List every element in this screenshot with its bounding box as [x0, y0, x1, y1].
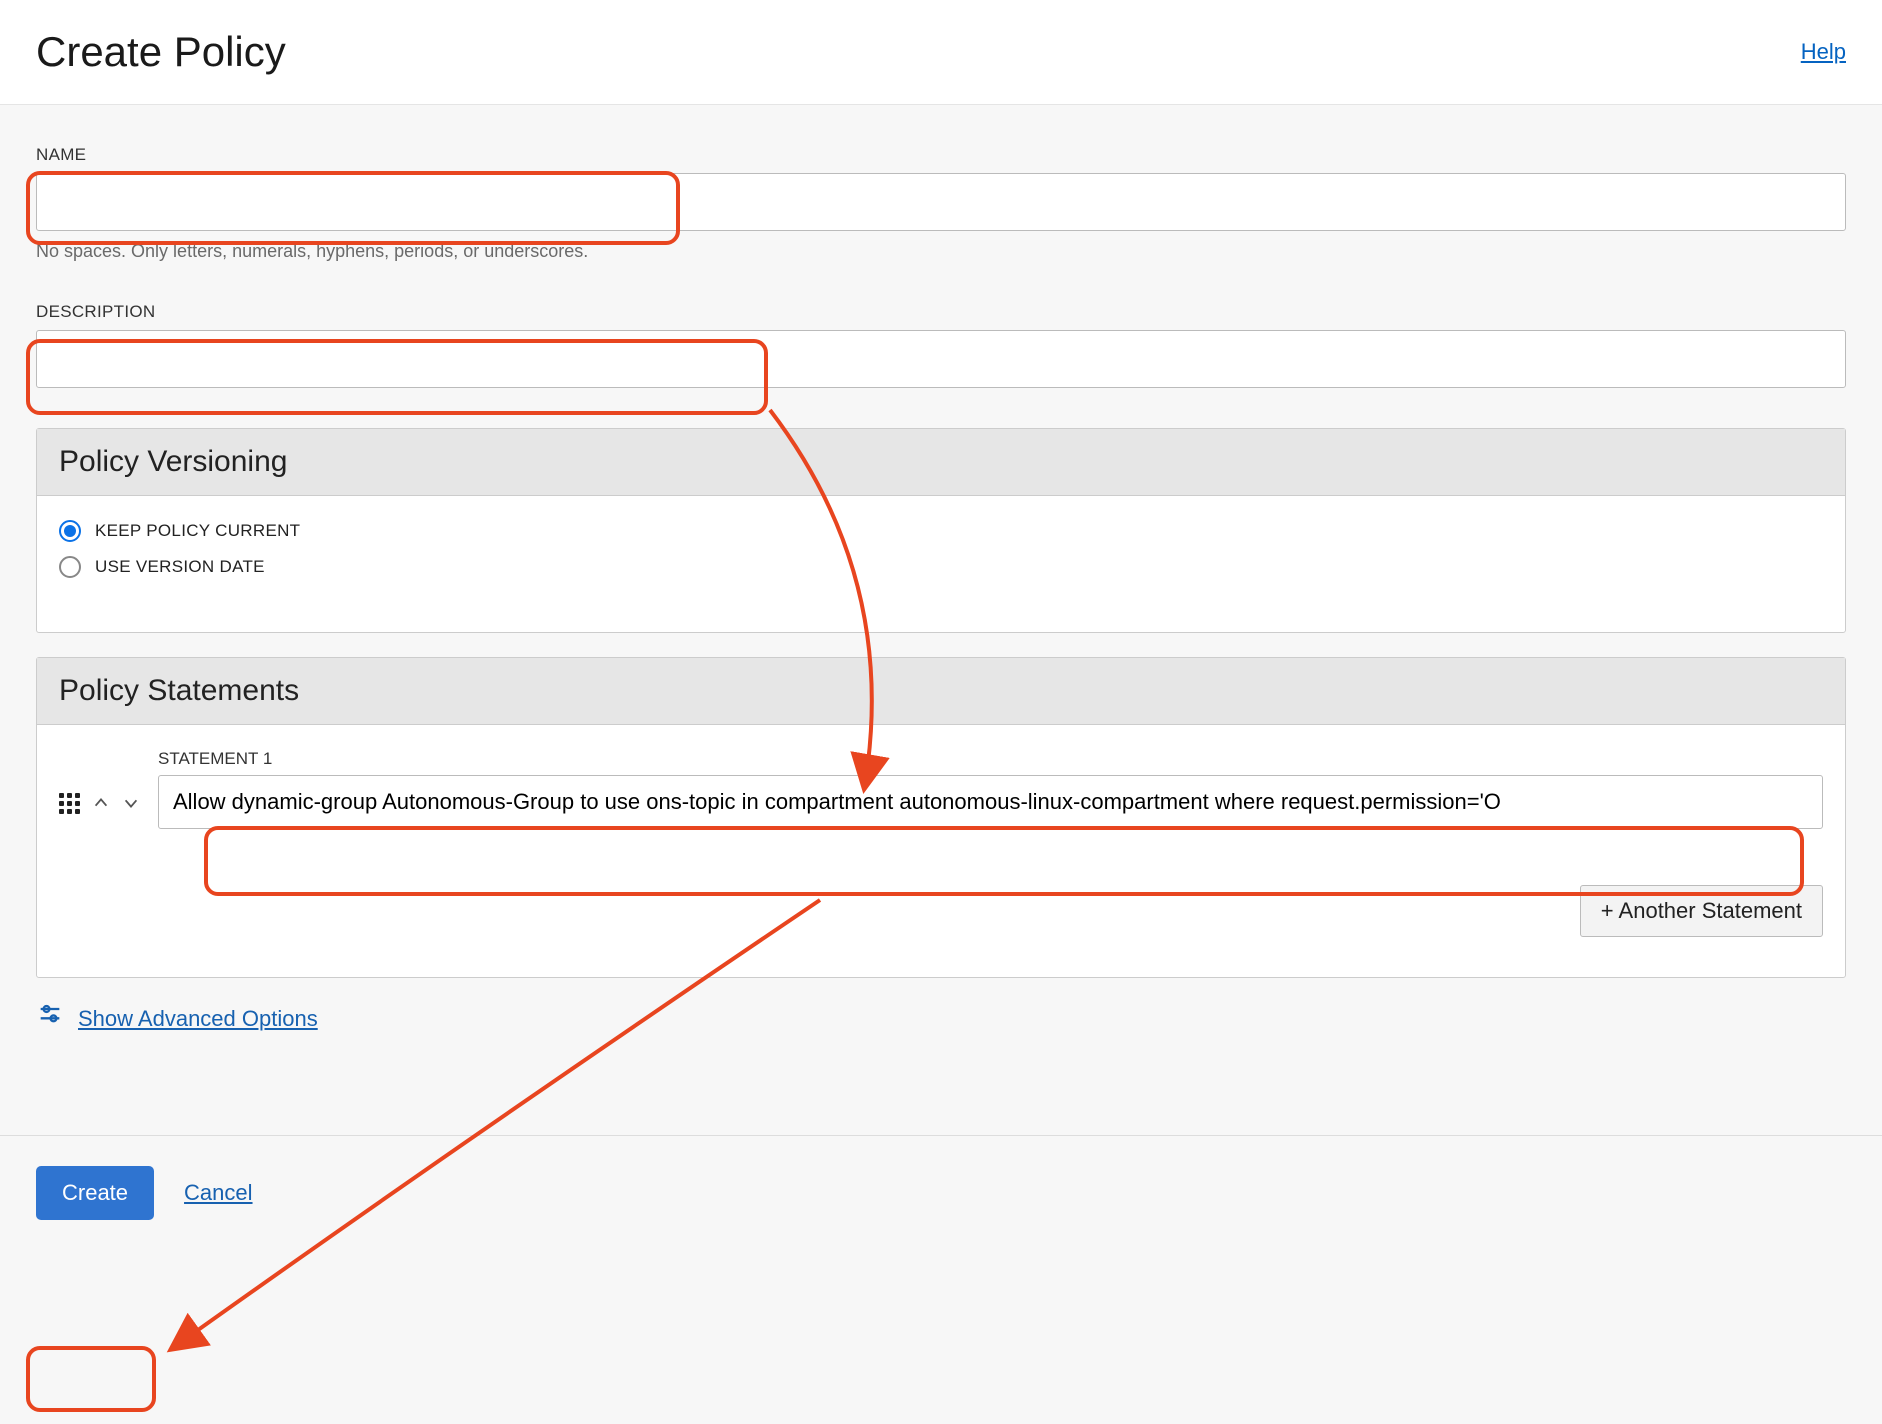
name-input[interactable]: [36, 173, 1846, 231]
move-up-icon[interactable]: [92, 794, 110, 812]
description-label: DESCRIPTION: [36, 302, 1846, 322]
annotation-highlight: [26, 1346, 156, 1412]
page-header: Create Policy Help: [0, 0, 1882, 105]
help-link[interactable]: Help: [1801, 39, 1846, 65]
radio-icon: [59, 556, 81, 578]
radio-label-use-version-date: USE VERSION DATE: [95, 557, 265, 577]
sliders-icon: [36, 1002, 64, 1035]
cancel-link[interactable]: Cancel: [184, 1180, 252, 1206]
statement-1-input[interactable]: [158, 775, 1823, 829]
move-down-icon[interactable]: [122, 794, 140, 812]
footer: Create Cancel: [0, 1135, 1882, 1250]
create-button[interactable]: Create: [36, 1166, 154, 1220]
name-field: NAME No spaces. Only letters, numerals, …: [36, 145, 1846, 262]
policy-statements-title: Policy Statements: [37, 658, 1845, 725]
policy-versioning-panel: Policy Versioning KEEP POLICY CURRENT US…: [36, 428, 1846, 633]
radio-label-keep-current: KEEP POLICY CURRENT: [95, 521, 300, 541]
page-title: Create Policy: [36, 28, 286, 76]
radio-use-version-date[interactable]: USE VERSION DATE: [59, 556, 1823, 578]
show-advanced-options-link[interactable]: Show Advanced Options: [78, 1006, 318, 1032]
description-input[interactable]: [36, 330, 1846, 388]
policy-versioning-title: Policy Versioning: [37, 429, 1845, 496]
description-field: DESCRIPTION: [36, 302, 1846, 388]
add-statement-button[interactable]: + Another Statement: [1580, 885, 1823, 937]
advanced-options-row: Show Advanced Options: [36, 1002, 1846, 1035]
statement-row: STATEMENT 1: [59, 749, 1823, 829]
policy-statements-panel: Policy Statements STATEMENT 1: [36, 657, 1846, 978]
radio-keep-current[interactable]: KEEP POLICY CURRENT: [59, 520, 1823, 542]
radio-icon: [59, 520, 81, 542]
statement-label: STATEMENT 1: [158, 749, 1823, 769]
name-helper-text: No spaces. Only letters, numerals, hyphe…: [36, 241, 1846, 262]
drag-handle-icon[interactable]: [59, 793, 80, 814]
name-label: NAME: [36, 145, 1846, 165]
